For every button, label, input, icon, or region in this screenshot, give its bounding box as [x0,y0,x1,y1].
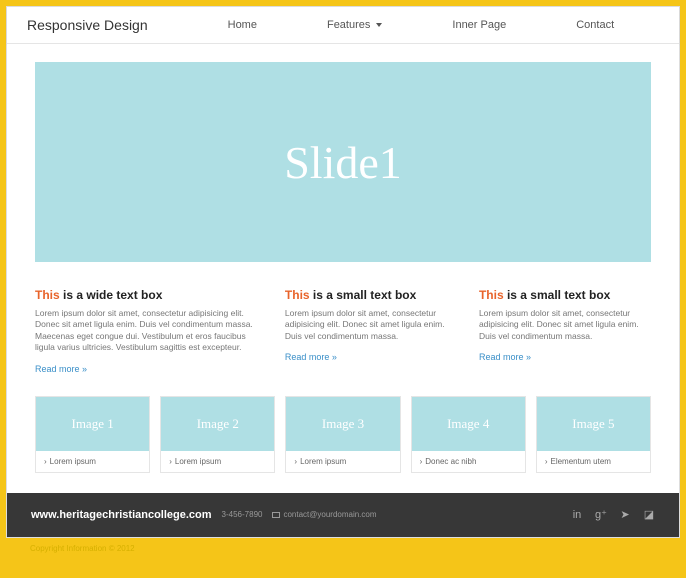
read-more-link[interactable]: Read more » [479,352,651,362]
header: Responsive Design Home Features Inner Pa… [7,7,679,44]
thumb-5[interactable]: Image 5 ›Elementum utem [536,396,651,473]
chevron-right-icon: › [44,457,47,466]
twitter-icon[interactable]: ➤ [619,509,631,521]
footer-domain: www.heritagechristiancollege.com [31,509,212,521]
thumb-1[interactable]: Image 1 ›Lorem ipsum [35,396,150,473]
col-wide: This is a wide text box Lorem ipsum dolo… [35,288,263,374]
col-small-2: This is a small text box Lorem ipsum dol… [479,288,651,374]
nav-inner-page[interactable]: Inner Page [452,19,506,31]
col-small-1: This is a small text box Lorem ipsum dol… [285,288,457,374]
col-body: Lorem ipsum dolor sit amet, consectetur … [479,308,651,342]
col-body: Lorem ipsum dolor sit amet, consectetur … [285,308,457,342]
nav-features[interactable]: Features [327,19,382,31]
envelope-icon [272,512,280,518]
hero-slide: Slide1 [35,62,651,262]
nav-home[interactable]: Home [228,19,257,31]
thumb-2[interactable]: Image 2 ›Lorem ipsum [160,396,275,473]
footer-phone: 3-456-7890 [222,510,263,519]
read-more-link[interactable]: Read more » [35,364,263,374]
chevron-right-icon: › [545,457,548,466]
col-body: Lorem ipsum dolor sit amet, consectetur … [35,308,263,354]
googleplus-icon[interactable]: g⁺ [595,509,607,521]
main-nav: Home Features Inner Page Contact [228,19,615,31]
chevron-right-icon: › [294,457,297,466]
text-columns: This is a wide text box Lorem ipsum dolo… [35,288,651,374]
nav-contact[interactable]: Contact [576,19,614,31]
thumb-3[interactable]: Image 3 ›Lorem ipsum [285,396,400,473]
footer: www.heritagechristiancollege.com 3-456-7… [7,493,679,537]
chevron-down-icon [376,23,382,27]
hero-title: Slide1 [284,136,402,189]
facebook-icon[interactable]: ◪ [643,509,655,521]
social-icons: in g⁺ ➤ ◪ [571,509,655,521]
chevron-right-icon: › [169,457,172,466]
brand-title: Responsive Design [27,17,148,33]
copyright: Copyright Information © 2012 [6,538,680,559]
read-more-link[interactable]: Read more » [285,352,457,362]
thumbnail-row: Image 1 ›Lorem ipsum Image 2 ›Lorem ipsu… [35,396,651,473]
thumb-4[interactable]: Image 4 ›Donec ac nibh [411,396,526,473]
linkedin-icon[interactable]: in [571,509,583,521]
chevron-right-icon: › [420,457,423,466]
footer-email: contact@yourdomain.com [272,510,376,519]
